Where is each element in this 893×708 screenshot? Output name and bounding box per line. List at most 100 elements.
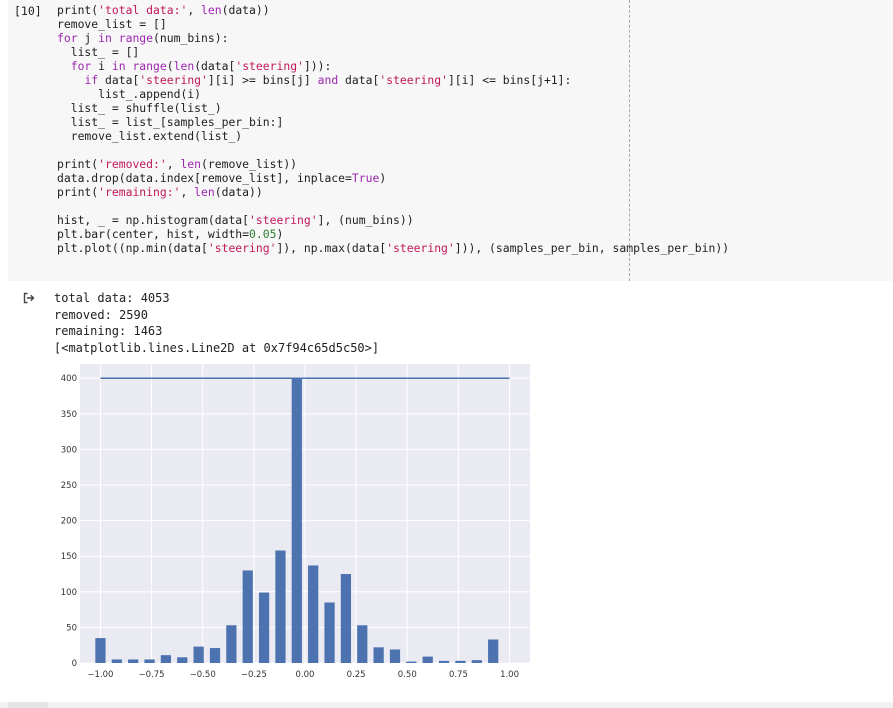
histogram-bar [406, 661, 417, 663]
code-token: 'steering' [207, 241, 277, 255]
code-token: in [98, 31, 112, 45]
code-token: 'steering' [139, 73, 208, 87]
code-token: ( [166, 59, 174, 73]
y-tick-label: 50 [66, 623, 77, 633]
code-token: (data)) [214, 185, 263, 199]
y-tick-label: 150 [61, 552, 77, 562]
output-arrow-icon[interactable] [22, 291, 36, 305]
code-token: 'steering' [379, 73, 448, 87]
x-tick-label: 1.00 [500, 670, 519, 680]
histogram-bar [357, 625, 368, 663]
code-token: (data[ [194, 59, 236, 73]
code-token: if [84, 73, 99, 87]
histogram-bar [111, 659, 122, 663]
code-token: 'steering' [235, 59, 304, 73]
y-tick-label: 100 [61, 588, 77, 598]
next-cell-bar [0, 702, 893, 708]
code-token: and [317, 73, 339, 87]
code-token: for [57, 31, 78, 45]
code-token: remove_list.extend(list_) [57, 129, 243, 143]
code-token: remove_list = [] [57, 17, 167, 31]
x-tick-label: −0.75 [139, 670, 165, 680]
code-token: in [111, 59, 126, 73]
histogram-bar [389, 649, 401, 663]
code-token: len [173, 59, 195, 73]
code-token: ) [276, 227, 284, 241]
code-token: plt.plot((np.min(data[ [57, 241, 208, 255]
code-token: True [351, 171, 380, 185]
histogram-bar [160, 655, 172, 663]
y-tick-label: 200 [61, 517, 77, 527]
y-tick-label: 250 [61, 481, 77, 491]
code-token: 'remaining:' [98, 185, 181, 199]
code-token: (data)) [221, 3, 270, 17]
histogram-bar [226, 625, 237, 663]
y-tick-label: 350 [61, 410, 77, 420]
histogram-bar [95, 638, 106, 663]
y-tick-label: 400 [61, 374, 77, 384]
histogram-bar [308, 565, 319, 663]
histogram-bar [242, 570, 253, 663]
histogram-bar [455, 660, 466, 663]
output-line: remaining: 1463 [54, 324, 163, 339]
x-tick-label: 0.25 [347, 670, 366, 680]
code-token: range [132, 59, 167, 73]
cell-output-text: total data: 4053 removed: 2590 remaining: … [54, 290, 379, 357]
code-token: i [91, 59, 112, 73]
histogram-bar [291, 378, 302, 663]
x-tick-label: −0.25 [241, 670, 267, 680]
code-token: ][i] <= bins[j+1]: [447, 73, 572, 87]
code-token: ) [379, 171, 387, 185]
histogram-bar [324, 602, 335, 663]
code-token: data.drop(data.index[remove_list], inpla… [57, 171, 352, 185]
code-token: list_ = list_[samples_per_bin:] [57, 115, 284, 129]
code-token: list_ = shuffle(list_) [57, 101, 222, 115]
code-token: ])), (samples_per_bin, samples_per_bin)) [454, 241, 730, 255]
code-token: len [194, 185, 215, 199]
histogram-bar [340, 574, 352, 663]
code-token: len [180, 157, 202, 171]
code-token: print( [57, 185, 99, 199]
code-token: 'removed:' [98, 157, 167, 171]
histogram-bar [275, 550, 286, 663]
histogram-bar [488, 639, 499, 663]
code-token: data[ [338, 73, 380, 87]
histogram-bar [373, 647, 384, 663]
histogram-bar [144, 659, 155, 663]
code-token: , [187, 3, 202, 17]
code-token: (remove_list)) [201, 157, 298, 171]
code-token: list_ = [] [57, 45, 140, 59]
output-line: total data: 4053 [54, 291, 170, 305]
histogram-bar [422, 656, 433, 663]
code-token: 'steering' [386, 241, 455, 255]
code-token: , [180, 185, 195, 199]
code-token: ]), np.max(data[ [276, 241, 387, 255]
code-token: ])): [303, 59, 332, 73]
steering-histogram-chart: 0 50 100 150 200 250 300 350 400 −1.00 −0.75 −0.50 −… [61, 364, 530, 680]
code-token: plt.bar(center, hist, width= [57, 227, 250, 241]
output-line: removed: 2590 [54, 307, 148, 322]
code-token: hist, _ = np.histogram(data[ [57, 213, 250, 227]
histogram-bar [209, 648, 221, 663]
y-tick-label: 300 [61, 445, 77, 455]
code-token: , [166, 157, 181, 171]
code-token: print( [57, 3, 99, 17]
code-token: ][i] >= bins[j] [207, 73, 318, 87]
code-token: data[ [98, 73, 140, 87]
code-token: j [77, 31, 99, 45]
next-cell-stub [8, 702, 48, 708]
x-tick-label: −1.00 [87, 670, 113, 680]
y-tick-label: 0 [72, 659, 77, 669]
code-token: range [118, 31, 154, 45]
histogram-bar [438, 660, 450, 663]
code-token: 0.05 [249, 227, 277, 241]
histogram-bar [177, 657, 188, 663]
code-token: ], (num_bins)) [317, 213, 414, 227]
code-token: 'total data:' [98, 3, 188, 17]
code-token: 'steering' [249, 213, 318, 227]
line-length-guide [629, 0, 630, 281]
execution-count: [10] [14, 4, 42, 18]
